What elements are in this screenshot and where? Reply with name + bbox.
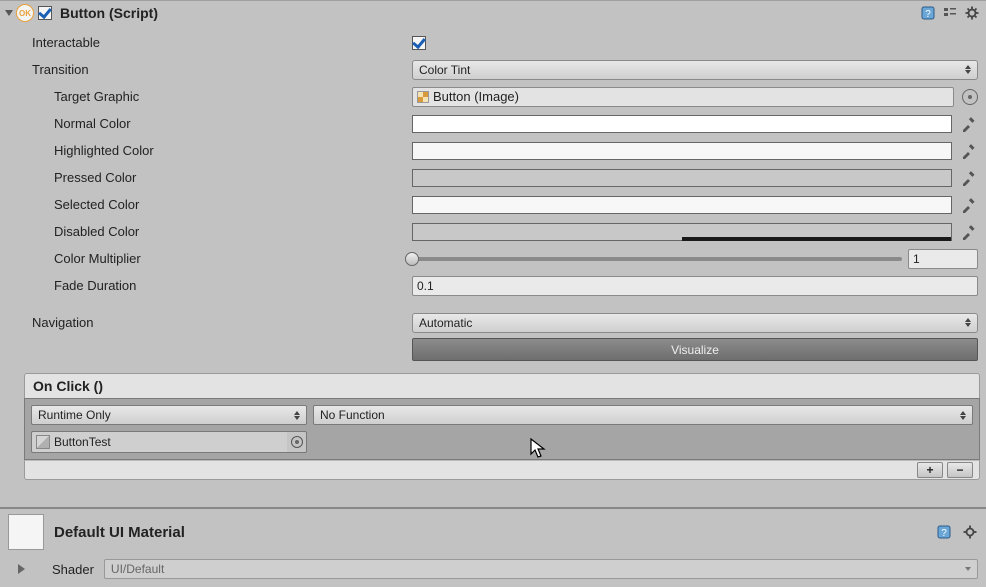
interactable-row: Interactable <box>24 29 980 56</box>
shader-label: Shader <box>52 562 94 577</box>
chevron-updown-icon <box>959 411 966 420</box>
gear-icon[interactable] <box>964 5 980 21</box>
eyedropper-icon[interactable] <box>960 169 978 187</box>
material-foldout[interactable] <box>18 564 25 574</box>
selected-color-label: Selected Color <box>24 197 412 212</box>
shader-dropdown[interactable]: UI/Default <box>104 559 978 579</box>
function-dropdown[interactable]: No Function <box>313 405 973 425</box>
selected-color-row: Selected Color <box>24 191 980 218</box>
fade-duration-label: Fade Duration <box>24 278 412 293</box>
chevron-down-icon <box>965 567 971 571</box>
shader-value: UI/Default <box>111 562 164 576</box>
chevron-updown-icon <box>964 65 971 74</box>
remove-event-button[interactable]: − <box>947 462 973 478</box>
eyedropper-icon[interactable] <box>960 115 978 133</box>
script-ok-badge: OK <box>16 4 34 22</box>
help-icon[interactable]: ? <box>936 524 952 540</box>
event-object-value: ButtonTest <box>54 435 111 449</box>
event-object-field[interactable]: ButtonTest <box>31 431 287 453</box>
svg-text:?: ? <box>941 528 947 539</box>
onclick-header: On Click () <box>24 373 980 398</box>
event-object-picker[interactable] <box>287 431 307 453</box>
normal-color-label: Normal Color <box>24 116 412 131</box>
eyedropper-icon[interactable] <box>960 223 978 241</box>
target-graphic-label: Target Graphic <box>24 89 412 104</box>
transition-row: Transition Color Tint <box>24 56 980 83</box>
image-asset-icon <box>417 91 429 103</box>
interactable-label: Interactable <box>24 35 412 50</box>
normal-color-field[interactable] <box>412 115 952 133</box>
pressed-color-label: Pressed Color <box>24 170 412 185</box>
fade-duration-field[interactable]: 0.1 <box>412 276 978 296</box>
normal-color-row: Normal Color <box>24 110 980 137</box>
navigation-dropdown[interactable]: Automatic <box>412 313 978 333</box>
svg-text:?: ? <box>925 9 931 20</box>
component-enabled-checkbox[interactable] <box>38 6 52 20</box>
highlighted-color-row: Highlighted Color <box>24 137 980 164</box>
interactable-checkbox[interactable] <box>412 36 426 50</box>
component-title: Button (Script) <box>60 5 916 21</box>
gear-icon[interactable] <box>962 524 978 540</box>
selected-color-field[interactable] <box>412 196 952 214</box>
disabled-color-row: Disabled Color <box>24 218 980 245</box>
navigation-row: Navigation Automatic <box>24 309 980 336</box>
onclick-event-block: On Click () Runtime Only ButtonTest <box>24 373 980 480</box>
visualize-button[interactable]: Visualize <box>412 338 978 361</box>
disabled-color-field[interactable] <box>412 223 952 241</box>
gameobject-icon <box>36 435 50 449</box>
color-multiplier-label: Color Multiplier <box>24 251 412 266</box>
chevron-updown-icon <box>964 318 971 327</box>
runtime-value: Runtime Only <box>38 408 111 422</box>
color-multiplier-row: Color Multiplier 1 <box>24 245 980 272</box>
foldout-toggle[interactable] <box>5 10 13 16</box>
add-event-button[interactable]: + <box>917 462 943 478</box>
component-header: OK Button (Script) ? <box>0 0 986 25</box>
material-preview <box>8 514 44 550</box>
target-graphic-row: Target Graphic Button (Image) <box>24 83 980 110</box>
disabled-color-label: Disabled Color <box>24 224 412 239</box>
object-picker-icon[interactable] <box>962 89 978 105</box>
slider-thumb[interactable] <box>405 252 419 266</box>
material-title: Default UI Material <box>54 524 926 541</box>
target-graphic-field[interactable]: Button (Image) <box>412 87 954 107</box>
transition-dropdown[interactable]: Color Tint <box>412 60 978 80</box>
visualize-row: Visualize <box>24 336 980 363</box>
color-multiplier-value[interactable]: 1 <box>908 249 978 269</box>
eyedropper-icon[interactable] <box>960 142 978 160</box>
pressed-color-row: Pressed Color <box>24 164 980 191</box>
chevron-updown-icon <box>293 411 300 420</box>
object-picker-icon <box>291 436 303 448</box>
color-multiplier-slider[interactable] <box>412 257 902 261</box>
transition-value: Color Tint <box>419 63 470 77</box>
target-graphic-value: Button (Image) <box>433 89 519 104</box>
navigation-label: Navigation <box>24 315 412 330</box>
transition-label: Transition <box>24 62 412 77</box>
navigation-value: Automatic <box>419 316 472 330</box>
help-icon[interactable]: ? <box>920 5 936 21</box>
function-value: No Function <box>320 408 385 422</box>
highlighted-color-field[interactable] <box>412 142 952 160</box>
runtime-dropdown[interactable]: Runtime Only <box>31 405 307 425</box>
highlighted-color-label: Highlighted Color <box>24 143 412 158</box>
preset-icon[interactable] <box>942 5 958 21</box>
material-panel: Default UI Material ? Shader UI/Default <box>0 507 986 587</box>
fade-duration-row: Fade Duration 0.1 <box>24 272 980 299</box>
eyedropper-icon[interactable] <box>960 196 978 214</box>
pressed-color-field[interactable] <box>412 169 952 187</box>
